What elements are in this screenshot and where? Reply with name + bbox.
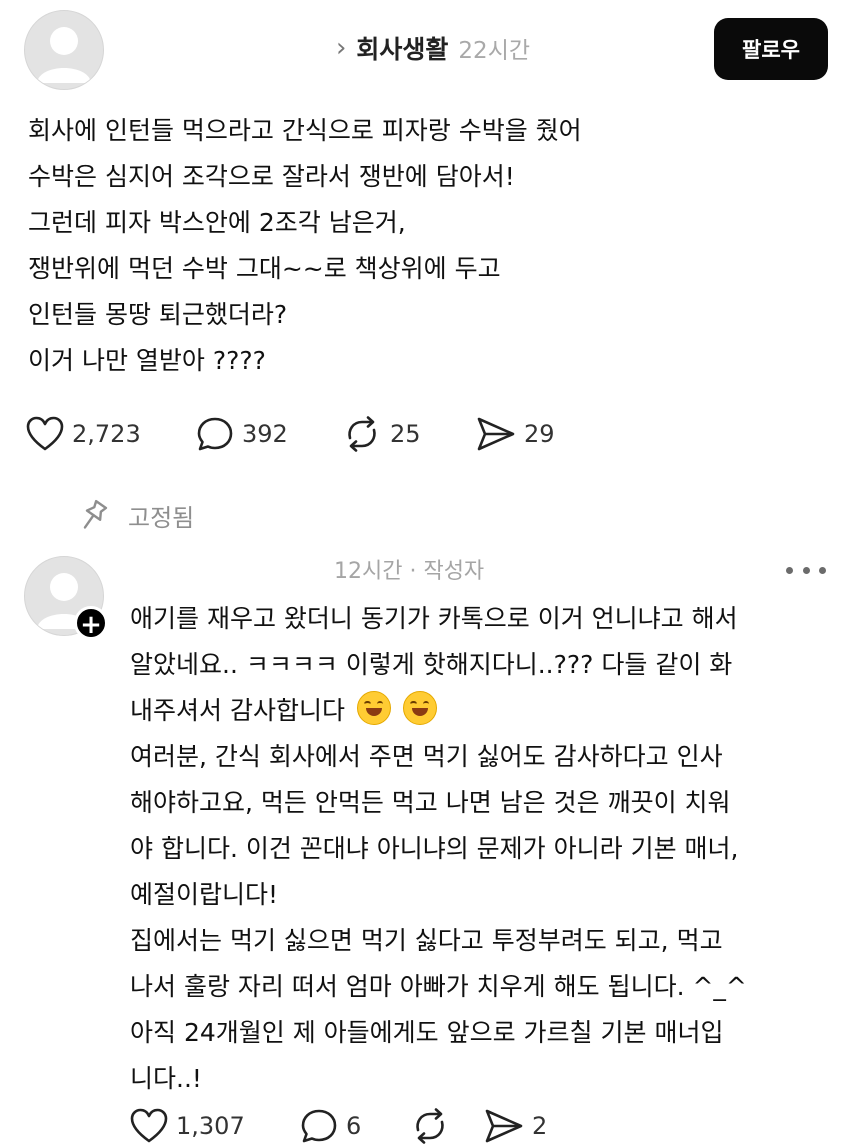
- post-time: 22시간: [458, 38, 531, 64]
- community-name[interactable]: 회사생활: [356, 30, 448, 66]
- reply-line: 나서 훌랑 자리 떠서 엄마 아빠가 치우게 해도 됩니다. ^_^: [130, 972, 747, 1001]
- reply-line: 집에서는 먹기 싫으면 먹기 싫다고 투정부려도 되고, 먹고: [130, 926, 723, 955]
- post-line: 수박은 심지어 조각으로 잘라서 쟁반에 담아서!: [28, 162, 515, 191]
- speech-bubble-icon: [301, 1109, 337, 1143]
- post-line: 이거 나만 열받아 ????: [28, 346, 266, 375]
- more-dot: [786, 566, 793, 574]
- community-header[interactable]: › 회사생활 22시간: [336, 28, 530, 68]
- repost-button[interactable]: 25: [342, 416, 476, 452]
- repost-icon: [348, 416, 376, 452]
- post-body: 회사에 인턴들 먹으라고 간식으로 피자랑 수박을 줬어 수박은 심지어 조각으…: [28, 108, 828, 384]
- post-line: 인턴들 몽땅 퇴근했더라?: [28, 300, 288, 329]
- default-avatar-icon: [37, 27, 91, 83]
- follow-plus-badge[interactable]: +: [74, 606, 108, 640]
- more-dot: [802, 566, 810, 574]
- reply-line: 해야하고요, 먹든 안먹든 먹고 나면 남은 것은 깨끗이 치워: [130, 788, 731, 817]
- reply-like-button[interactable]: 1,307: [130, 1108, 300, 1144]
- reply-share-count: 2: [532, 1112, 548, 1140]
- more-dot: [819, 566, 826, 574]
- pin-icon: [83, 499, 108, 529]
- reply-line: 내주셔서 감사합니다: [130, 688, 830, 734]
- reply-line: 니다..!: [130, 1064, 202, 1093]
- reply-line-text: 내주셔서 감사합니다: [130, 696, 345, 725]
- reply-like-count: 1,307: [176, 1112, 245, 1140]
- like-count: 2,723: [72, 420, 141, 448]
- reply-body: 애기를 재우고 왔더니 동기가 카톡으로 이거 언니냐고 해서 알았네요.. ㅋ…: [130, 596, 830, 1102]
- post-line: 그런데 피자 박스안에 2조각 남은거,: [28, 208, 406, 237]
- speech-bubble-icon: [197, 417, 233, 451]
- smiling-face-emoji: [402, 691, 437, 725]
- pinned-label: 고정됨: [78, 498, 194, 533]
- reply-comment-button[interactable]: 6: [300, 1108, 410, 1144]
- reply-line: 아직 24개월인 제 아들에게도 앞으로 가르칠 기본 매너입: [130, 1018, 724, 1047]
- reply-line: 야 합니다. 이건 꼰대냐 아니냐의 문제가 아니라 기본 매너,: [130, 834, 739, 863]
- reply-line: 여러분, 간식 회사에서 주면 먹기 싫어도 감사하다고 인사: [130, 742, 723, 771]
- share-button[interactable]: 29: [476, 416, 596, 452]
- post-line: 회사에 인턴들 먹으라고 간식으로 피자랑 수박을 줬어: [28, 116, 582, 145]
- reply-line: 예절이랍니다!: [130, 880, 279, 909]
- more-icon[interactable]: [786, 560, 826, 580]
- send-icon: [477, 417, 515, 451]
- post-line: 쟁반위에 먹던 수박 그대~~로 책상위에 두고: [28, 254, 501, 283]
- follow-button[interactable]: 팔로우: [714, 18, 828, 80]
- reply-line: 알았네요.. ㅋㅋㅋㅋ 이렇게 핫해지다니..??? 다들 같이 화: [130, 650, 733, 679]
- share-count: 29: [524, 420, 555, 448]
- reply-line: 애기를 재우고 왔더니 동기가 카톡으로 이거 언니냐고 해서: [130, 604, 738, 633]
- heart-icon: [130, 1108, 168, 1143]
- reply-comment-count: 6: [346, 1112, 362, 1140]
- chevron-right-icon: ›: [336, 33, 347, 63]
- heart-icon: [26, 416, 64, 451]
- reply-repost-button[interactable]: [410, 1108, 484, 1144]
- author-avatar[interactable]: [24, 10, 104, 90]
- repost-count: 25: [390, 420, 421, 448]
- repost-icon: [416, 1108, 444, 1144]
- reply-actions: 1,307 6 2: [130, 1106, 584, 1146]
- post-actions: 2,723 392 25 29: [26, 414, 596, 454]
- comment-count: 392: [242, 420, 288, 448]
- pinned-text: 고정됨: [128, 504, 195, 532]
- like-button[interactable]: 2,723: [26, 416, 196, 452]
- reply-meta: 12시간 · 작성자: [334, 559, 485, 584]
- comment-button[interactable]: 392: [196, 416, 342, 452]
- reply-share-button[interactable]: 2: [484, 1108, 584, 1144]
- smiling-face-emoji: [356, 691, 391, 725]
- send-icon: [485, 1109, 523, 1143]
